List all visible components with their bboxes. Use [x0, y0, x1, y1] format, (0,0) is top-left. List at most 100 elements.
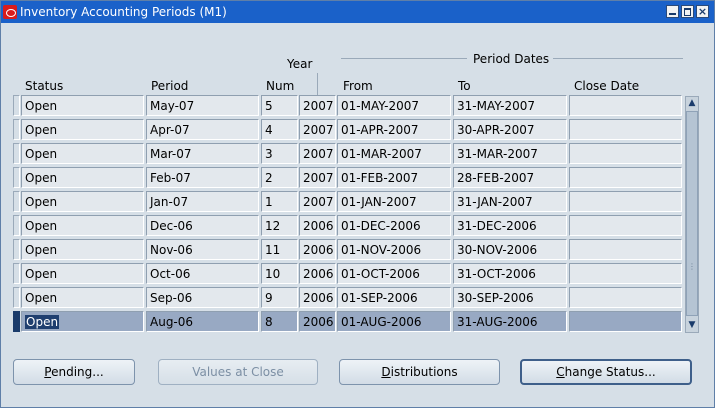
row-selector[interactable]: [13, 167, 20, 188]
cell-year[interactable]: 2007: [299, 167, 336, 188]
cell-status[interactable]: Open: [21, 215, 144, 236]
cell-period[interactable]: Nov-06: [146, 239, 259, 260]
cell-status[interactable]: Open: [21, 143, 144, 164]
cell-period[interactable]: Sep-06: [146, 287, 259, 308]
cell-from[interactable]: 01-FEB-2007: [337, 167, 451, 188]
cell-close-date[interactable]: [569, 215, 682, 236]
cell-status[interactable]: Open: [21, 119, 144, 140]
cell-year[interactable]: 2007: [299, 143, 336, 164]
row-selector[interactable]: [13, 239, 20, 260]
cell-to[interactable]: 31-AUG-2006: [453, 311, 567, 332]
title-bar[interactable]: Inventory Accounting Periods (M1) ×: [1, 1, 714, 23]
cell-close-date[interactable]: [569, 95, 682, 116]
cell-year[interactable]: 2006: [299, 287, 336, 308]
row-selector[interactable]: [13, 263, 20, 284]
cell-status[interactable]: Open: [21, 167, 144, 188]
cell-to[interactable]: 30-APR-2007: [453, 119, 567, 140]
cell-status[interactable]: Open: [21, 95, 144, 116]
cell-num[interactable]: 12: [261, 215, 298, 236]
cell-close-date[interactable]: [569, 119, 682, 140]
cell-to[interactable]: 30-SEP-2006: [453, 287, 567, 308]
cell-year[interactable]: 2006: [299, 311, 336, 332]
cell-status[interactable]: Open: [21, 239, 144, 260]
pending-button[interactable]: Pending...: [13, 359, 135, 385]
cell-to[interactable]: 31-JAN-2007: [453, 191, 567, 212]
cell-from[interactable]: 01-AUG-2006: [337, 311, 451, 332]
cell-year[interactable]: 2006: [299, 239, 336, 260]
cell-from[interactable]: 01-DEC-2006: [337, 215, 451, 236]
cell-to[interactable]: 31-DEC-2006: [453, 215, 567, 236]
cell-to[interactable]: 31-OCT-2006: [453, 263, 567, 284]
cell-year[interactable]: 2006: [299, 215, 336, 236]
cell-close-date[interactable]: [569, 311, 682, 332]
cell-num[interactable]: 8: [261, 311, 298, 332]
cell-year[interactable]: 2007: [299, 95, 336, 116]
cell-year[interactable]: 2006: [299, 263, 336, 284]
oracle-logo-icon: [3, 5, 17, 19]
cell-period[interactable]: May-07: [146, 95, 259, 116]
cell-year[interactable]: 2007: [299, 119, 336, 140]
values-at-close-button[interactable]: Values at Close: [158, 359, 318, 385]
cell-num[interactable]: 11: [261, 239, 298, 260]
accounting-periods-window: Inventory Accounting Periods (M1) × Year…: [0, 0, 715, 408]
cell-num[interactable]: 3: [261, 143, 298, 164]
cell-from[interactable]: 01-MAY-2007: [337, 95, 451, 116]
cell-num[interactable]: 5: [261, 95, 298, 116]
cell-num[interactable]: 2: [261, 167, 298, 188]
cell-close-date[interactable]: [569, 287, 682, 308]
row-selector[interactable]: [13, 143, 20, 164]
arrow-up-icon[interactable]: ▲: [686, 97, 698, 109]
cell-status[interactable]: Open: [21, 287, 144, 308]
arrow-down-icon[interactable]: ▼: [686, 319, 698, 331]
row-selector[interactable]: [13, 95, 20, 116]
cell-close-date[interactable]: [569, 239, 682, 260]
cell-from[interactable]: 01-APR-2007: [337, 119, 451, 140]
cell-close-date[interactable]: [569, 263, 682, 284]
cell-from[interactable]: 01-SEP-2006: [337, 287, 451, 308]
cell-period[interactable]: Mar-07: [146, 143, 259, 164]
period-dates-rule-left: [341, 58, 467, 59]
cell-from[interactable]: 01-JAN-2007: [337, 191, 451, 212]
maximize-button[interactable]: [681, 5, 694, 18]
header-period-dates: Period Dates: [473, 52, 550, 66]
close-button[interactable]: ×: [696, 5, 709, 18]
cell-from[interactable]: 01-NOV-2006: [337, 239, 451, 260]
cell-to[interactable]: 31-MAY-2007: [453, 95, 567, 116]
minimize-button[interactable]: [666, 5, 679, 18]
cell-close-date[interactable]: [569, 143, 682, 164]
cell-to[interactable]: 28-FEB-2007: [453, 167, 567, 188]
cell-num[interactable]: 1: [261, 191, 298, 212]
scrollbar-thumb[interactable]: [686, 111, 698, 316]
distributions-label: istributions: [390, 365, 458, 379]
cell-period[interactable]: Feb-07: [146, 167, 259, 188]
header-year: Year: [287, 57, 313, 71]
cell-from[interactable]: 01-OCT-2006: [337, 263, 451, 284]
cell-period[interactable]: Jan-07: [146, 191, 259, 212]
change-status-button[interactable]: Change Status...: [520, 359, 692, 385]
cell-to[interactable]: 30-NOV-2006: [453, 239, 567, 260]
focused-status-text: Open: [25, 315, 60, 329]
cell-status-current[interactable]: Open: [21, 311, 144, 332]
cell-to[interactable]: 31-MAR-2007: [453, 143, 567, 164]
cell-status[interactable]: Open: [21, 191, 144, 212]
cell-num[interactable]: 9: [261, 287, 298, 308]
cell-year[interactable]: 2007: [299, 191, 336, 212]
row-selector[interactable]: [13, 119, 20, 140]
cell-from[interactable]: 01-MAR-2007: [337, 143, 451, 164]
cell-period[interactable]: Oct-06: [146, 263, 259, 284]
row-selector[interactable]: [13, 191, 20, 212]
cell-num[interactable]: 4: [261, 119, 298, 140]
cell-close-date[interactable]: [569, 167, 682, 188]
row-selector[interactable]: [13, 287, 20, 308]
row-selector[interactable]: [13, 215, 20, 236]
row-selector-current[interactable]: [13, 311, 20, 332]
grip-icon: ⋮: [688, 262, 696, 271]
cell-status[interactable]: Open: [21, 263, 144, 284]
cell-num[interactable]: 10: [261, 263, 298, 284]
cell-period[interactable]: Dec-06: [146, 215, 259, 236]
header-period: Period: [151, 79, 189, 93]
distributions-button[interactable]: Distributions: [339, 359, 500, 385]
cell-period[interactable]: Apr-07: [146, 119, 259, 140]
cell-close-date[interactable]: [569, 191, 682, 212]
cell-period[interactable]: Aug-06: [146, 311, 259, 332]
